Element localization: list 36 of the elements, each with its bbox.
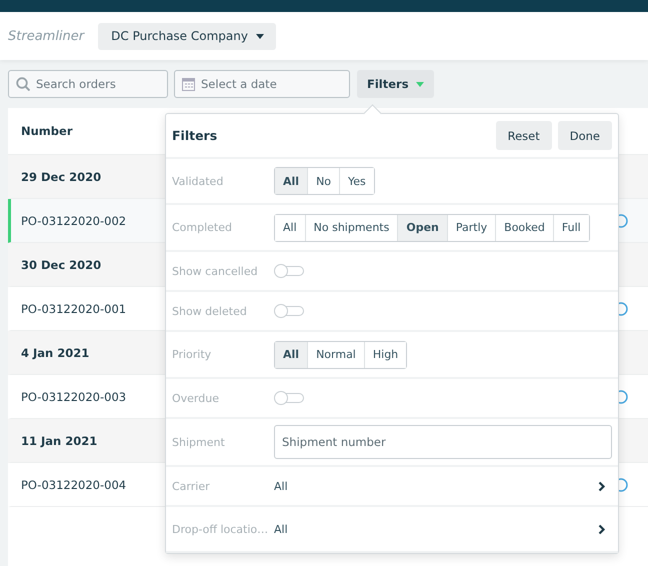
chevron-right-icon[interactable] [598,524,606,534]
reset-button[interactable]: Reset [496,121,552,150]
app-name: Streamliner [8,28,84,44]
toggle-switch[interactable] [274,304,304,318]
filter-label: Show deleted [172,304,248,318]
filter-label: Validated [172,174,224,188]
search-field[interactable]: Search orders [8,70,168,98]
segment-option[interactable]: All [275,168,308,194]
filter-label: Priority [172,348,212,361]
select-value[interactable]: All [274,480,288,492]
segment-option[interactable]: All [275,342,308,368]
column-header[interactable]: Number [21,124,72,138]
segment-option[interactable]: Yes [339,168,374,194]
popover-title: Filters [172,128,218,143]
caret-icon [256,34,264,38]
filter-label: Drop-off locatio… [172,522,270,536]
segment-option[interactable]: Open [397,214,447,240]
toggle-switch[interactable] [274,391,304,405]
done-button[interactable]: Done [558,121,612,150]
search-icon [16,77,30,91]
filter-label: Carrier [172,480,211,492]
calendar-icon [182,77,195,91]
date-field[interactable]: Select a date [174,70,350,98]
filter-label: Completed [172,221,233,234]
caret-icon [416,82,424,86]
company-dropdown[interactable]: DC Purchase Company [98,22,276,50]
filter-label: Shipment [172,436,226,448]
segment-option[interactable]: High [364,342,406,368]
segment-option[interactable]: Full [552,214,589,240]
filters-button[interactable]: Filters [357,70,434,98]
chevron-right-icon[interactable] [598,480,606,492]
select-value[interactable]: All [274,522,288,536]
filter-label: Show cancelled [172,264,259,278]
toggle-switch[interactable] [274,264,304,278]
shipment-input[interactable]: Shipment number [274,425,612,459]
filter-label: Overdue [172,392,220,404]
